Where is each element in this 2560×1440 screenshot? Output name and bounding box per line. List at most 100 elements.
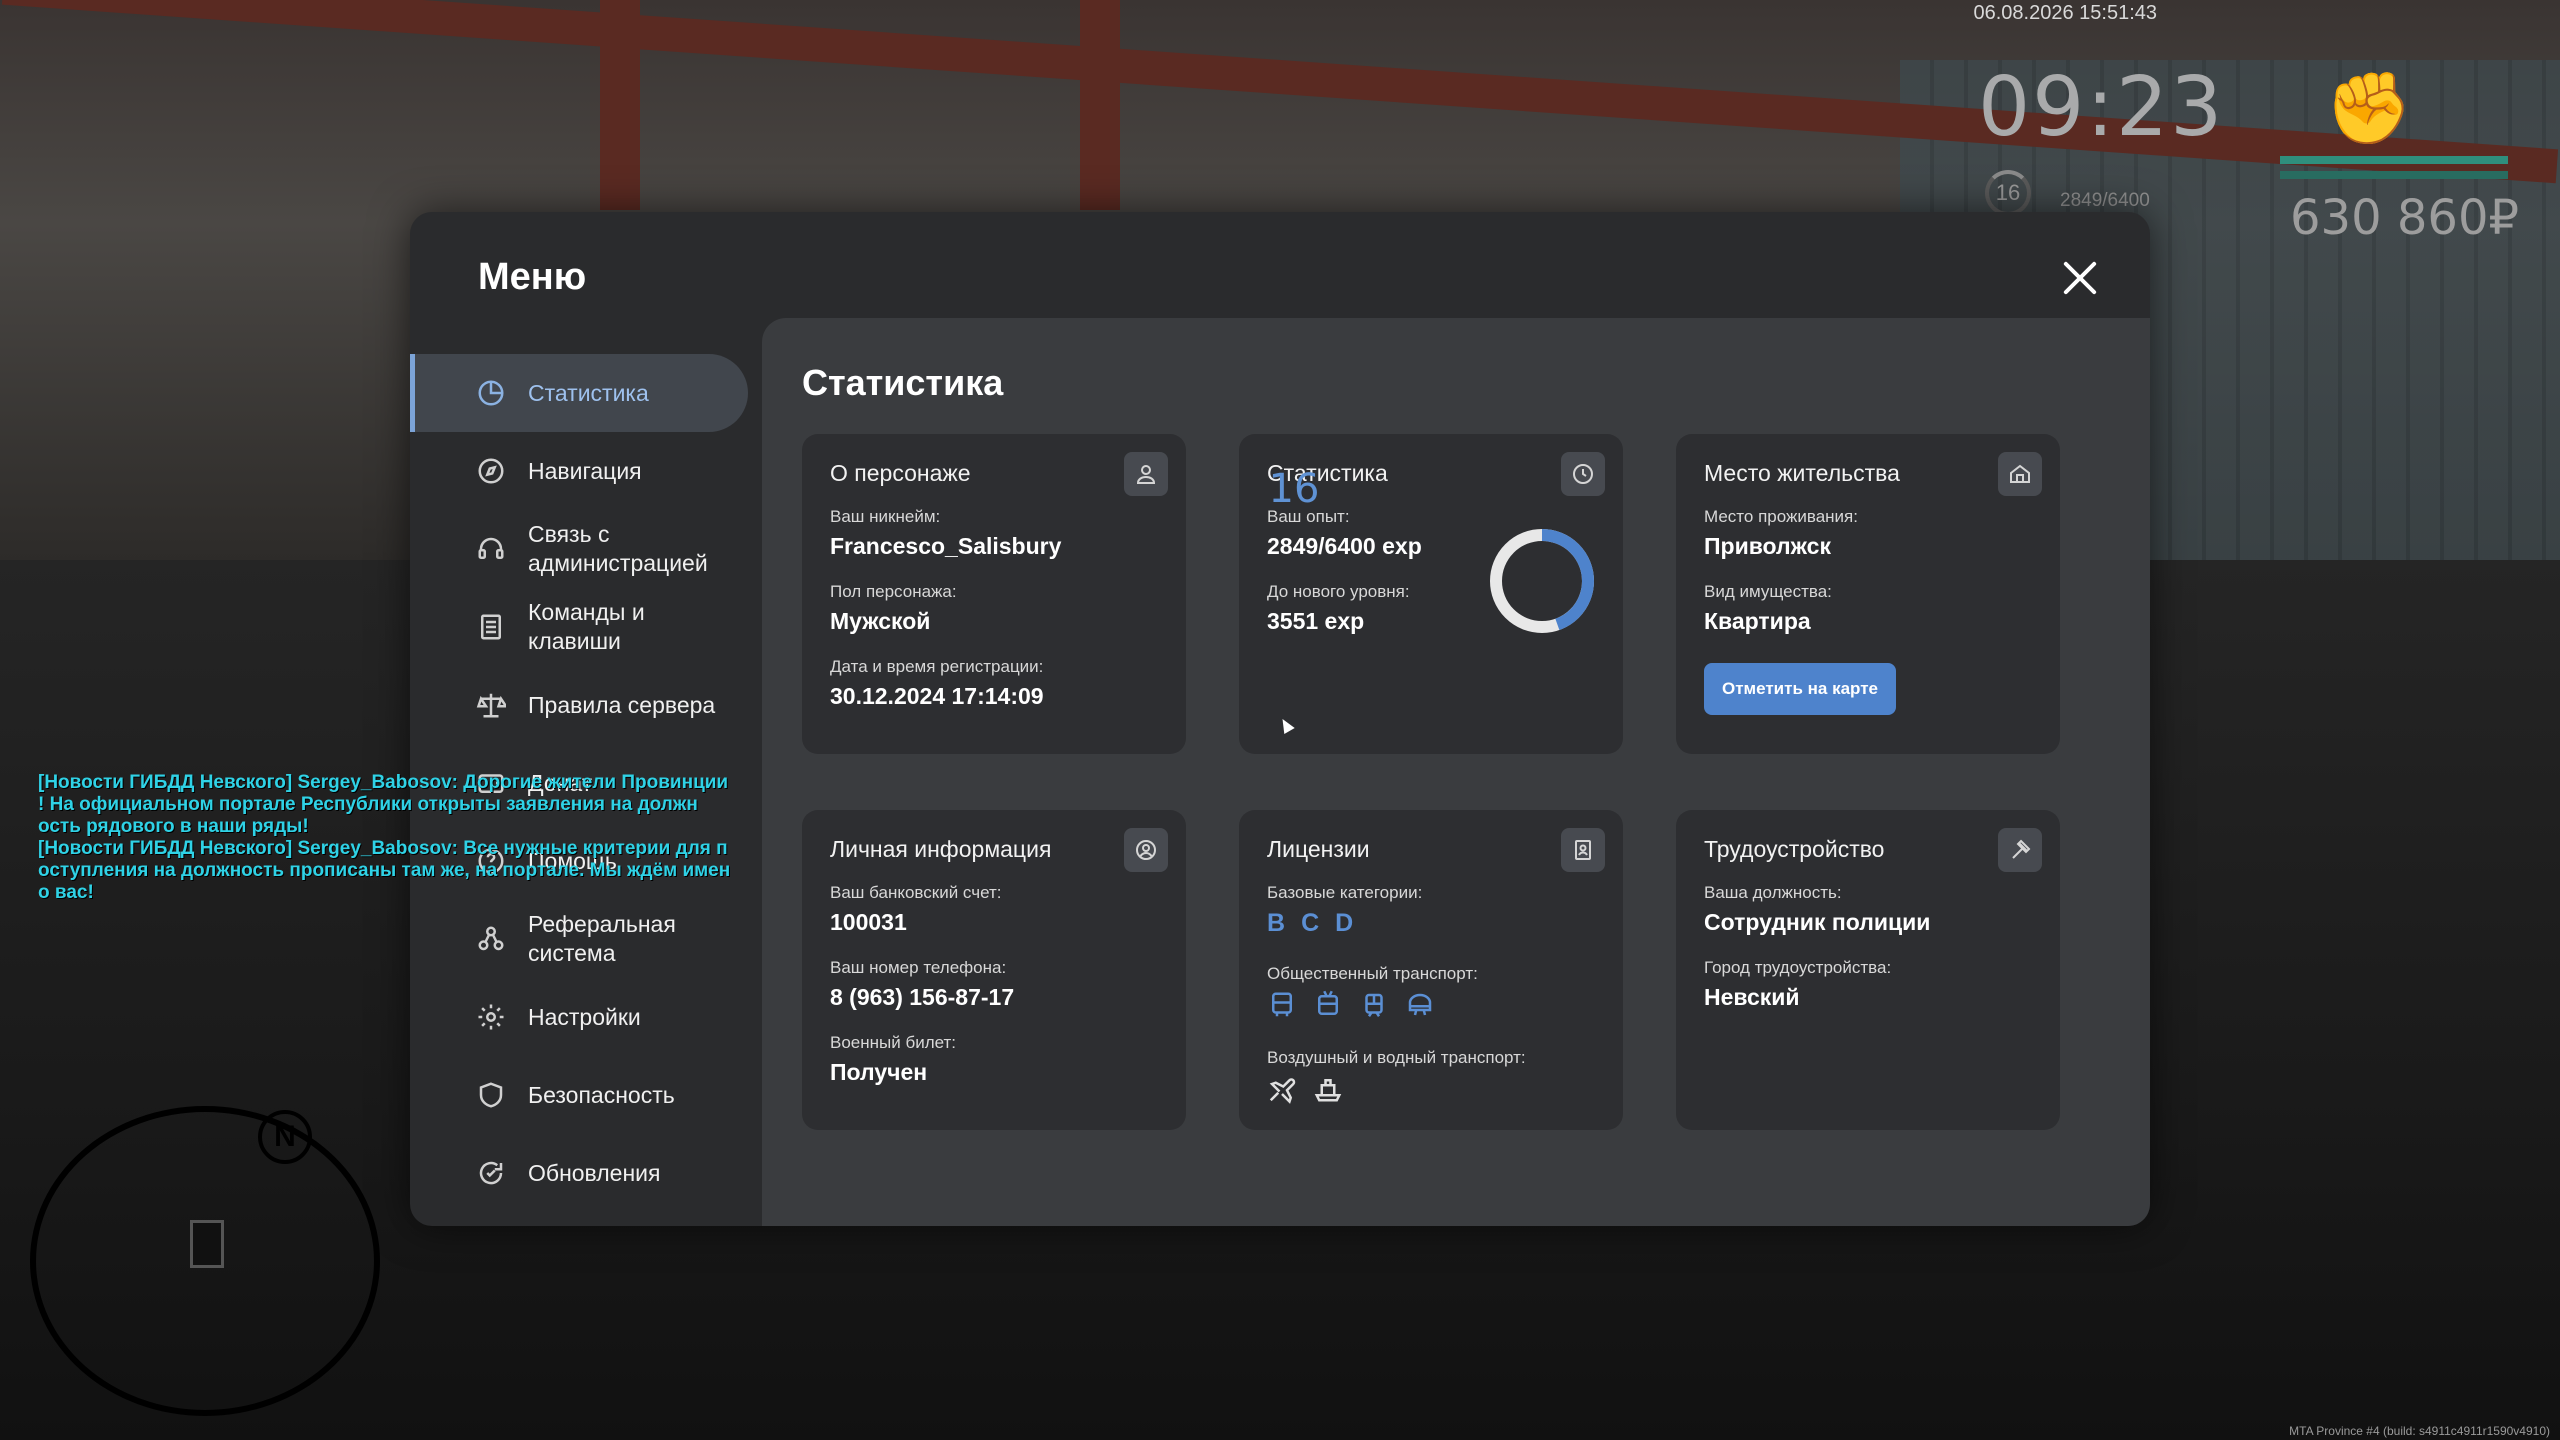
sidebar-item-statistics[interactable]: Статистика (410, 354, 748, 432)
field-label: Ваш никнейм: (830, 507, 941, 526)
compass-icon (476, 456, 506, 486)
refresh-icon (476, 1158, 506, 1188)
gender-value: Мужской (830, 608, 931, 634)
registration-value: 30.12.2024 17:14:09 (830, 683, 1044, 709)
document-icon (476, 612, 506, 642)
sidebar-item-label: Безопасность (528, 1081, 675, 1108)
chat-line: оступления на должность прописаны там же… (38, 860, 731, 881)
hud-level: 16 (1985, 170, 2031, 216)
card-statistics: Статистика Ваш опыт: 2849/6400 exp До но… (1239, 434, 1623, 754)
level-progress-ring (1490, 529, 1594, 633)
hud-clock: 09:23 (1978, 60, 2225, 155)
gear-icon (476, 1002, 506, 1032)
chat-line: [Новости ГИБДД Невского] Sergey_Babosov:… (38, 838, 728, 859)
build-info: MTA Province #4 (build: s4911c4911r1590v… (2289, 1424, 2550, 1438)
card-personal-info: Личная информация Ваш банковский счет: 1… (802, 810, 1186, 1130)
hud-health-bars (2280, 156, 2508, 186)
category-d: D (1335, 909, 1354, 937)
chat-line: ! На официальном портале Республики откр… (38, 794, 698, 815)
city-value: Невский (1704, 984, 1800, 1010)
sidebar-item-label: Навигация (528, 457, 642, 484)
bank-account-value: 100031 (830, 909, 907, 935)
scales-icon (476, 690, 506, 720)
page-title: Статистика (802, 362, 1004, 403)
nickname-value: Francesco_Salisbury (830, 533, 1062, 559)
user-circle-icon (1124, 828, 1168, 872)
field-label: Военный билет: (830, 1033, 957, 1052)
sidebar-item-commands[interactable]: Команды и клавиши (410, 588, 748, 666)
sidebar-item-label: Настройки (528, 1003, 641, 1030)
field-label: Вид имущества: (1704, 582, 1832, 601)
headset-icon (476, 534, 506, 564)
card-title: Место жительства (1704, 460, 1900, 486)
phone-value: 8 (963) 156-87-17 (830, 984, 1015, 1010)
card-title: О персонаже (830, 460, 971, 486)
card-character: О персонаже Ваш никнейм: Francesco_Salis… (802, 434, 1186, 754)
sidebar-item-settings[interactable]: Настройки (410, 978, 748, 1056)
sidebar-item-label: Статистика (528, 379, 649, 406)
clock-icon (1561, 452, 1605, 496)
category-c: C (1301, 909, 1320, 937)
shield-icon (476, 1080, 506, 1110)
sidebar-item-label: Обновления (528, 1159, 661, 1186)
position-value: Сотрудник полиции (1704, 909, 1931, 935)
field-label: Место проживания: (1704, 507, 1858, 526)
content-panel: Статистика О персонаже Ваш никнейм: Fran… (762, 318, 2150, 1226)
field-label: Ваша должность: (1704, 883, 1842, 902)
chat-line: о вас! (38, 882, 94, 903)
field-label: Город трудоустройства: (1704, 958, 1892, 977)
background-beam (600, 0, 640, 210)
sidebar-item-label: Реферальная система (528, 911, 676, 966)
military-id-value: Получен (830, 1059, 928, 1085)
field-label: Дата и время регистрации: (830, 657, 1044, 676)
card-title: Лицензии (1267, 836, 1370, 862)
card-employment: Трудоустройство Ваша должность: Сотрудни… (1676, 810, 2060, 1130)
ship-icon (1314, 1079, 1342, 1102)
field-label: Пол персонажа: (830, 582, 957, 601)
fist-icon: ✊ (2325, 69, 2413, 147)
field-label: Базовые категории: (1267, 883, 1423, 902)
bus-icon (1272, 992, 1292, 1017)
sidebar-item-referral[interactable]: Реферальная система (410, 900, 748, 978)
residence-value: Приволжск (1704, 533, 1831, 559)
sidebar-item-updates[interactable]: Обновления (410, 1134, 748, 1212)
chat-log: [Новости ГИБДД Невского] Sergey_Babosov:… (38, 772, 748, 904)
public-transport-icons (1267, 990, 1595, 1020)
background-beam (1080, 0, 1120, 210)
category-b: B (1267, 909, 1286, 937)
health-bar (2280, 156, 2508, 164)
field-label: Ваш номер телефона: (830, 958, 1007, 977)
airplane-icon (1269, 1078, 1296, 1104)
chat-line: ость рядового в наши ряды! (38, 816, 309, 837)
field-label: Ваш банковский счет: (830, 883, 1002, 902)
card-licenses: Лицензии Базовые категории: B C D Общест… (1239, 810, 1623, 1130)
mark-on-map-button[interactable]: Отметить на карте (1704, 663, 1896, 715)
hammer-icon (1998, 828, 2042, 872)
field-label: Воздушный и водный транспорт: (1267, 1048, 1526, 1067)
level-number: 16 (1268, 466, 1320, 512)
hud-money: 630 860₽ (2290, 190, 2520, 246)
license-card-icon (1561, 828, 1605, 872)
tram-icon (1365, 993, 1383, 1017)
card-title: Личная информация (830, 836, 1052, 862)
pie-chart-icon (476, 378, 506, 408)
trolleybus-icon (1318, 990, 1338, 1015)
armor-bar (2280, 171, 2508, 179)
sidebar-item-label: Связь с администрацией (528, 521, 708, 576)
sidebar-item-navigation[interactable]: Навигация (410, 432, 748, 510)
card-title: Трудоустройство (1704, 836, 1885, 862)
chat-line: [Новости ГИБДД Невского] Sergey_Babosov:… (38, 772, 729, 793)
metro-icon (1408, 993, 1432, 1016)
field-label: Общественный транспорт: (1267, 964, 1478, 983)
sidebar-item-security[interactable]: Безопасность (410, 1056, 748, 1134)
user-icon (1124, 452, 1168, 496)
license-categories: B C D (1267, 909, 1595, 938)
player-marker-icon (190, 1220, 224, 1268)
sidebar-item-rules[interactable]: Правила сервера (410, 666, 748, 744)
property-value: Квартира (1704, 608, 1811, 634)
card-residence: Место жительства Место проживания: Приво… (1676, 434, 2060, 754)
sidebar-item-label: Правила сервера (528, 691, 716, 718)
air-water-transport-icons (1267, 1074, 1595, 1104)
sidebar-item-admin-contact[interactable]: Связь с администрацией (410, 510, 748, 588)
close-button[interactable] (2058, 256, 2102, 300)
